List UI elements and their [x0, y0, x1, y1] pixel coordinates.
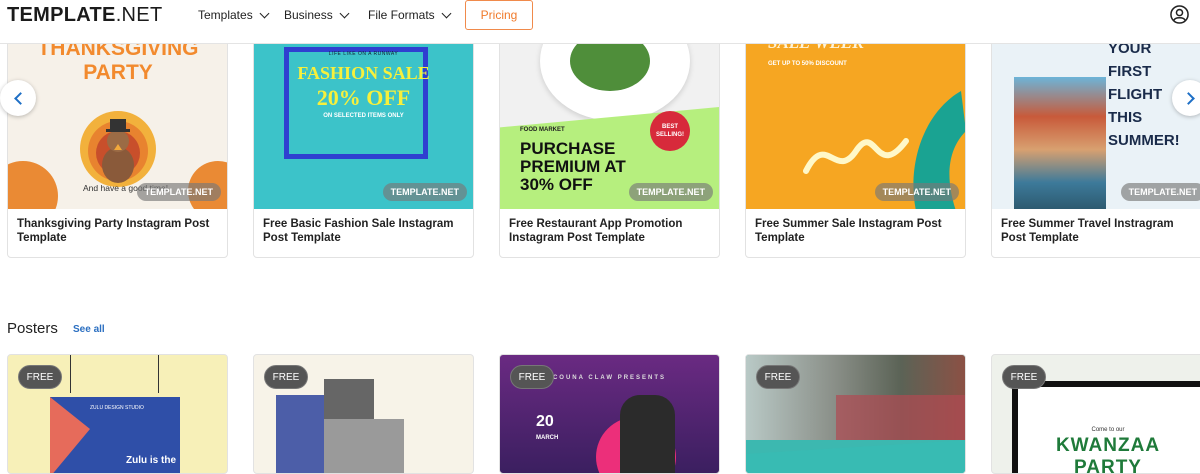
carousel-prev-button[interactable]	[0, 80, 36, 116]
nav-templates[interactable]: Templates	[198, 8, 270, 22]
free-badge: FREE	[264, 365, 308, 389]
card-title: Thanksgiving Party Instagram Post Templa…	[17, 218, 210, 244]
section-title-posters: Posters	[7, 320, 58, 337]
nav-business-label: Business	[284, 8, 333, 22]
chevron-down-icon	[339, 8, 350, 18]
thumb-line3: FLIGHT	[1108, 86, 1163, 103]
thumb-kicker: FOOD MARKET	[520, 127, 565, 133]
pumpkin-left	[8, 161, 58, 209]
poster-text-2: KWANZAA	[1055, 435, 1161, 456]
thumb-line2: PREMIUM AT	[520, 157, 626, 176]
card-thumbnail: YOUR FIRST FLIGHT THIS SUMMER! TEMPLATE.…	[992, 31, 1200, 209]
hang-line-right	[158, 355, 159, 393]
poster-teal-band	[746, 440, 965, 473]
card-title: Free Basic Fashion Sale Instagram Post T…	[263, 218, 454, 244]
nav-business[interactable]: Business	[284, 8, 350, 22]
template-card[interactable]: LIFE LIKE ON A RUNWAY FASHION SALE 20% O…	[253, 30, 474, 258]
see-all-link[interactable]: See all	[73, 324, 105, 335]
poster-text-2: 20	[536, 413, 554, 430]
poster-audience	[836, 395, 965, 440]
nav-file-formats-label: File Formats	[368, 8, 435, 22]
site-header: TEMPLATE.NET Templates Business File For…	[0, 0, 1200, 44]
template-card[interactable]: YOUR FIRST FLIGHT THIS SUMMER! TEMPLATE.…	[991, 30, 1200, 258]
thumb-line4: THIS	[1108, 109, 1143, 126]
poster-shape	[50, 397, 90, 473]
poster-photo-2	[324, 419, 404, 473]
card-thumbnail: THANKSGIVING PARTY And have a good time!…	[8, 31, 227, 209]
template-net-badge: TEMPLATE.NET	[628, 183, 713, 201]
template-card[interactable]: SALE WEEK GET UP TO 50% DISCOUNT TEMPLAT…	[745, 30, 966, 258]
free-badge: FREE	[510, 365, 554, 389]
carousel-next-button[interactable]	[1172, 80, 1200, 116]
free-badge: FREE	[1002, 365, 1046, 389]
thumb-line1: FASHION SALE	[297, 63, 430, 83]
template-card[interactable]: THANKSGIVING PARTY And have a good time!…	[7, 30, 228, 258]
thumb-sticker: BEST SELLING!	[650, 111, 690, 151]
card-thumbnail: FOOD MARKET PURCHASE PREMIUM AT 30% OFF …	[500, 31, 719, 209]
card-title: Free Summer Sale Instagram Post Template	[755, 218, 942, 244]
thumb-line3: 30% OFF	[520, 175, 593, 194]
template-net-badge: TEMPLATE.NET	[1120, 183, 1200, 201]
chevron-down-icon	[259, 8, 270, 18]
free-badge: FREE	[756, 365, 800, 389]
poster-text-1: ZULU DESIGN STUDIO	[90, 405, 144, 411]
chevron-down-icon	[441, 8, 452, 18]
thumb-sub: GET UP TO 50% DISCOUNT	[768, 61, 847, 67]
nav-templates-label: Templates	[198, 8, 253, 22]
thumb-heading: THANKSGIVING PARTY	[37, 37, 199, 84]
thumb-line5: SUMMER!	[1108, 132, 1180, 149]
thumb-line2: 20% OFF	[316, 85, 411, 110]
thumb-kicker: LIFE LIKE ON A RUNWAY	[328, 51, 399, 57]
poster-card[interactable]: FREE	[253, 354, 474, 474]
chevron-right-icon	[1181, 91, 1195, 105]
poster-text-3: MARCH	[536, 435, 559, 441]
pricing-button[interactable]: Pricing	[465, 0, 533, 30]
poster-card[interactable]: FREE COUNA CLAW PRESENTS 20 MARCH	[499, 354, 720, 474]
template-net-badge: TEMPLATE.NET	[136, 183, 221, 201]
nav-file-formats[interactable]: File Formats	[368, 8, 452, 22]
thumb-text-block: YOUR FIRST FLIGHT THIS SUMMER!	[1108, 37, 1180, 152]
user-circle-icon[interactable]	[1170, 5, 1189, 24]
poster-frame: Come to our KWANZAA PARTY	[1012, 381, 1200, 474]
poster-mockup: ZULU DESIGN STUDIO Zulu is the	[50, 397, 180, 473]
template-net-badge: TEMPLATE.NET	[382, 183, 467, 201]
template-net-badge: TEMPLATE.NET	[874, 183, 959, 201]
template-card[interactable]: FOOD MARKET PURCHASE PREMIUM AT 30% OFF …	[499, 30, 720, 258]
poster-text-3: PARTY	[1074, 457, 1142, 474]
free-badge: FREE	[18, 365, 62, 389]
poster-text-2: Zulu is the	[126, 455, 176, 466]
thumb-sub: ON SELECTED ITEMS ONLY	[323, 113, 404, 119]
logo[interactable]: TEMPLATE.NET	[7, 4, 162, 27]
thumb-line1: PURCHASE	[520, 139, 616, 158]
poster-singer	[620, 395, 675, 473]
poster-card[interactable]: FREE ZULU DESIGN STUDIO Zulu is the	[7, 354, 228, 474]
chevron-left-icon	[13, 91, 27, 105]
poster-text-1: Come to our	[1091, 427, 1125, 433]
poster-card[interactable]: FREE	[745, 354, 966, 474]
poster-photo-1	[324, 379, 374, 419]
thumb-photo	[1014, 77, 1106, 209]
hang-line-left	[70, 355, 71, 393]
card-thumbnail: SALE WEEK GET UP TO 50% DISCOUNT TEMPLAT…	[746, 31, 965, 209]
card-title: Free Restaurant App Promotion Instagram …	[509, 218, 683, 244]
thumb-line2: FIRST	[1108, 63, 1152, 80]
card-title: Free Summer Travel Instragram Post Templ…	[1001, 218, 1174, 244]
poster-card[interactable]: FREE Come to our KWANZAA PARTY	[991, 354, 1200, 474]
card-thumbnail: LIFE LIKE ON A RUNWAY FASHION SALE 20% O…	[254, 31, 473, 209]
